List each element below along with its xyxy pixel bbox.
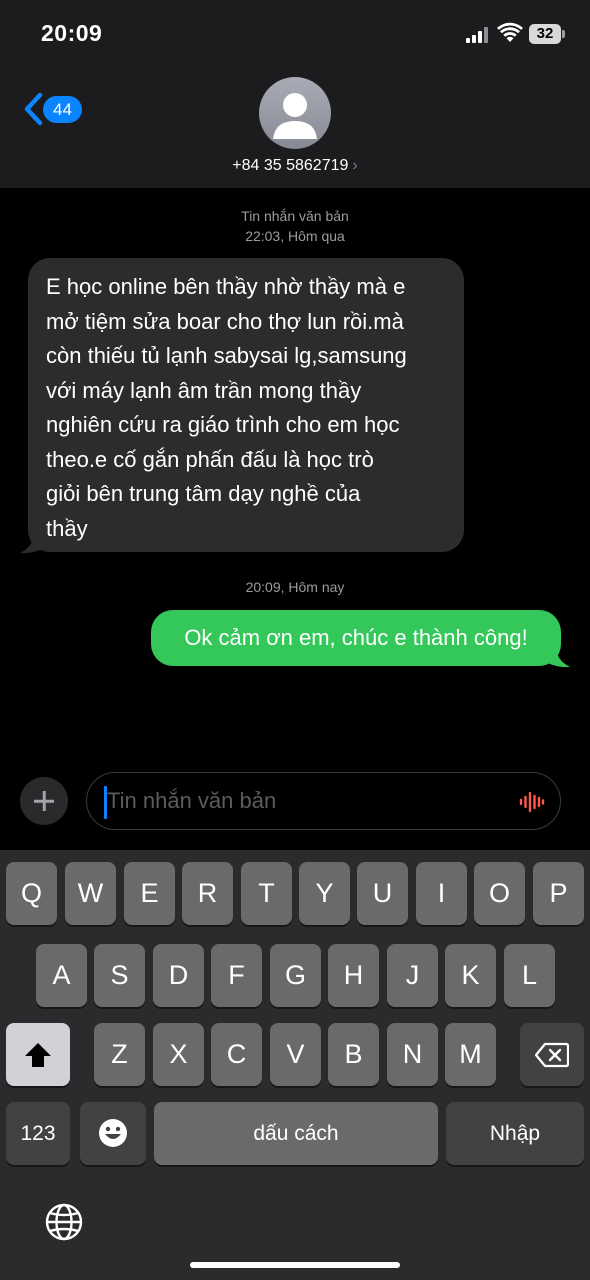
delete-icon xyxy=(534,1042,570,1068)
space-key[interactable]: dấu cách xyxy=(154,1102,438,1165)
back-chevron-icon[interactable] xyxy=(22,92,44,126)
message-input-placeholder: Tin nhắn văn bản xyxy=(107,788,277,813)
key-s[interactable]: S xyxy=(94,944,145,1007)
emoji-key[interactable] xyxy=(80,1102,146,1165)
key-x[interactable]: X xyxy=(153,1023,204,1086)
home-indicator[interactable] xyxy=(190,1262,400,1268)
person-icon xyxy=(273,93,317,139)
key-j[interactable]: J xyxy=(387,944,438,1007)
conversation-header: 44 +84 35 5862719 › xyxy=(0,70,590,188)
globe-icon[interactable] xyxy=(44,1202,84,1242)
battery-tip xyxy=(562,30,565,38)
key-c[interactable]: C xyxy=(211,1023,262,1086)
key-n[interactable]: N xyxy=(387,1023,438,1086)
cellular-signal-icon xyxy=(466,27,492,43)
key-e[interactable]: E xyxy=(124,862,175,925)
key-m[interactable]: M xyxy=(445,1023,496,1086)
message-timestamp: 20:09, Hôm nay xyxy=(245,579,345,595)
contact-name[interactable]: +84 35 5862719 › xyxy=(0,157,590,175)
delete-key[interactable] xyxy=(520,1023,584,1086)
key-v[interactable]: V xyxy=(270,1023,321,1086)
add-attachment-button[interactable] xyxy=(20,777,68,825)
key-h[interactable]: H xyxy=(328,944,379,1007)
key-k[interactable]: K xyxy=(445,944,496,1007)
key-g[interactable]: G xyxy=(270,944,321,1007)
key-p[interactable]: P xyxy=(533,862,584,925)
outgoing-message-bubble[interactable]: Ok cảm ơn em, chúc e thành công! xyxy=(151,610,561,666)
chevron-right-icon: › xyxy=(352,157,358,174)
message-line: với máy lạnh âm trần mong thầy xyxy=(46,377,362,403)
battery-level: 32 xyxy=(529,24,561,44)
return-key[interactable]: Nhập xyxy=(446,1102,584,1165)
key-i[interactable]: I xyxy=(416,862,467,925)
message-line: mở tiệm sửa boar cho thợ lun rồi.mà xyxy=(46,308,404,334)
status-time: 20:09 xyxy=(41,20,103,46)
voice-waveform-icon[interactable] xyxy=(519,790,545,814)
service-label: Tin nhắn văn bản xyxy=(241,208,349,224)
status-bar: 20:09 32 xyxy=(0,0,590,70)
shift-icon xyxy=(25,1043,51,1067)
keyboard: Q W E R T Y U I O P A S D F G H J K L Z … xyxy=(0,850,590,1280)
message-line: thầy xyxy=(46,515,88,541)
message-line: giỏi bên trung tâm dạy nghề của xyxy=(46,481,361,506)
key-l[interactable]: L xyxy=(504,944,555,1007)
message-line: theo.e cố gắn phấn đấu là học trò xyxy=(46,446,374,472)
key-b[interactable]: B xyxy=(328,1023,379,1086)
message-line: nghiên cứu ra giáo trình cho em học xyxy=(46,412,400,437)
key-w[interactable]: W xyxy=(65,862,116,925)
emoji-icon xyxy=(99,1119,127,1147)
message-line: còn thiếu tủ lạnh sabysai lg,samsung xyxy=(46,343,407,368)
message-line: E học online bên thầy nhờ thầy mà e xyxy=(46,274,406,299)
key-y[interactable]: Y xyxy=(299,862,350,925)
unread-count-badge[interactable]: 44 xyxy=(43,96,82,123)
key-u[interactable]: U xyxy=(357,862,408,925)
contact-avatar[interactable] xyxy=(259,77,331,149)
key-r[interactable]: R xyxy=(182,862,233,925)
numbers-key[interactable]: 123 xyxy=(6,1102,70,1165)
shift-key[interactable] xyxy=(6,1023,70,1086)
key-d[interactable]: D xyxy=(153,944,204,1007)
contact-number: +84 35 5862719 xyxy=(232,157,349,174)
incoming-message-bubble[interactable]: E học online bên thầy nhờ thầy mà e mở t… xyxy=(28,258,464,552)
message-timestamp: 22:03, Hôm qua xyxy=(245,228,345,244)
key-a[interactable]: A xyxy=(36,944,87,1007)
key-z[interactable]: Z xyxy=(94,1023,145,1086)
wifi-icon xyxy=(497,22,523,42)
key-o[interactable]: O xyxy=(474,862,525,925)
key-f[interactable]: F xyxy=(211,944,262,1007)
key-t[interactable]: T xyxy=(241,862,292,925)
key-q[interactable]: Q xyxy=(6,862,57,925)
message-input[interactable]: Tin nhắn văn bản xyxy=(86,772,561,830)
